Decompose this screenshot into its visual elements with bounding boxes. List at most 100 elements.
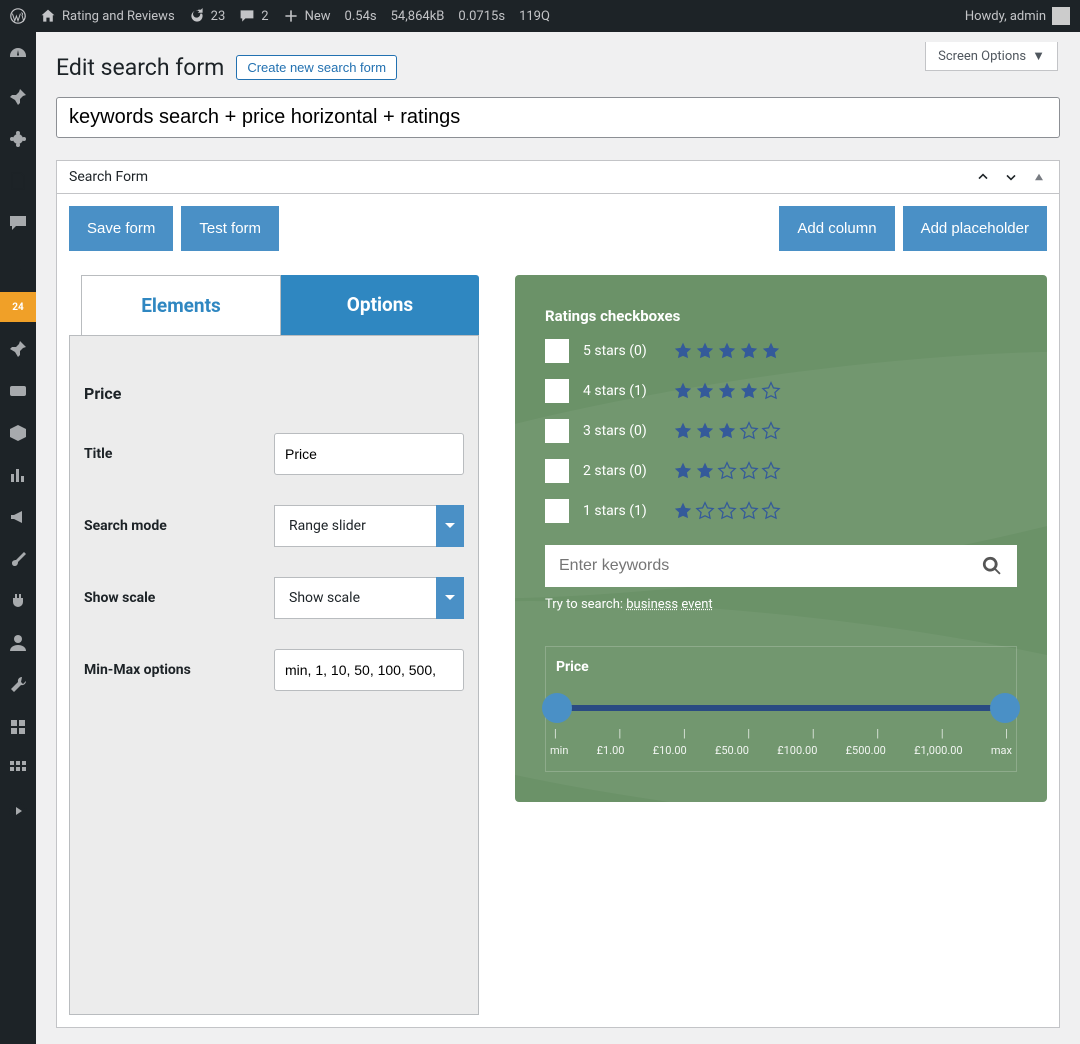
tick-label: £50.00 xyxy=(715,744,749,757)
rating-row: 2 stars (0) xyxy=(545,459,1017,483)
keywords-input[interactable] xyxy=(559,557,981,575)
menu-code[interactable] xyxy=(0,250,36,280)
tick-label: min xyxy=(550,744,568,757)
star-icon xyxy=(761,461,781,481)
search-form-metabox: Search Form Save form Test form Add colu… xyxy=(56,160,1060,1028)
menu-dashboard[interactable] xyxy=(0,40,36,70)
menu-media[interactable] xyxy=(0,124,36,154)
test-button[interactable]: Test form xyxy=(181,206,279,251)
try-term-event[interactable]: event xyxy=(681,597,712,612)
admin-bar: Rating and Reviews 23 2 New 0.54s 54,864… xyxy=(0,0,1080,32)
create-new-button[interactable]: Create new search form xyxy=(236,55,397,80)
menu-marketing[interactable] xyxy=(0,502,36,532)
label-show-scale: Show scale xyxy=(84,590,274,606)
star-icon xyxy=(739,501,759,521)
keywords-search[interactable] xyxy=(545,545,1017,587)
add-column-button[interactable]: Add column xyxy=(779,206,894,251)
star-icon xyxy=(673,421,693,441)
caret-icon xyxy=(436,577,464,619)
star-icon xyxy=(761,421,781,441)
tick-label: £10.00 xyxy=(653,744,687,757)
menu-plugins[interactable] xyxy=(0,586,36,616)
rating-checkbox[interactable] xyxy=(545,459,569,483)
badge-24: 24 xyxy=(9,301,26,314)
stat-3: 119Q xyxy=(519,9,550,24)
form-preview: Ratings checkboxes 5 stars (0)4 stars (1… xyxy=(515,275,1047,802)
triangle-up-icon[interactable] xyxy=(1031,169,1047,185)
menu-settings[interactable] xyxy=(0,712,36,742)
chevron-down-icon[interactable] xyxy=(1003,169,1019,185)
stars xyxy=(673,421,781,441)
menu-tools[interactable] xyxy=(0,670,36,700)
menu-play[interactable] xyxy=(0,796,36,826)
new-link[interactable]: New xyxy=(283,8,331,24)
stars xyxy=(673,341,781,361)
chevron-up-icon[interactable] xyxy=(975,169,991,185)
tab-options[interactable]: Options xyxy=(281,275,479,335)
search-icon[interactable] xyxy=(981,555,1003,577)
menu-analytics[interactable] xyxy=(0,460,36,490)
tick-label: £1.00 xyxy=(597,744,625,757)
star-icon xyxy=(673,501,693,521)
menu-pin-1[interactable] xyxy=(0,82,36,112)
howdy-link[interactable]: Howdy, admin xyxy=(965,7,1070,25)
tick-label: £1,000.00 xyxy=(914,744,963,757)
menu-products[interactable] xyxy=(0,418,36,448)
star-icon xyxy=(695,341,715,361)
show-scale-select[interactable]: Show scale xyxy=(274,577,464,619)
stars xyxy=(673,461,781,481)
star-icon xyxy=(695,461,715,481)
menu-comments[interactable] xyxy=(0,208,36,238)
options-panel: Price Title Search mode Range slider xyxy=(69,335,479,1015)
metabox-title: Search Form xyxy=(69,169,148,185)
slider-handle-min[interactable] xyxy=(542,693,572,723)
star-icon xyxy=(761,381,781,401)
rating-checkbox[interactable] xyxy=(545,379,569,403)
tick-label: max xyxy=(991,744,1012,757)
menu-appearance[interactable] xyxy=(0,544,36,574)
stat-0: 0.54s xyxy=(345,9,377,24)
rating-label: 3 stars (0) xyxy=(583,423,659,439)
star-icon xyxy=(717,461,737,481)
menu-pin-2[interactable] xyxy=(0,334,36,364)
slider-track[interactable] xyxy=(554,705,1008,711)
section-price-heading: Price xyxy=(84,384,464,403)
comments-link[interactable]: 2 xyxy=(239,8,268,24)
minmax-input[interactable] xyxy=(274,649,464,691)
add-placeholder-button[interactable]: Add placeholder xyxy=(903,206,1047,251)
stat-1: 54,864kB xyxy=(391,9,445,24)
site-link[interactable]: Rating and Reviews xyxy=(40,8,175,24)
slider-handle-max[interactable] xyxy=(990,693,1020,723)
rating-label: 4 stars (1) xyxy=(583,383,659,399)
menu-users[interactable] xyxy=(0,628,36,658)
star-icon xyxy=(673,341,693,361)
save-button[interactable]: Save form xyxy=(69,206,173,251)
tab-elements[interactable]: Elements xyxy=(81,275,281,335)
rating-label: 5 stars (0) xyxy=(583,343,659,359)
menu-pages[interactable] xyxy=(0,166,36,196)
rating-row: 3 stars (0) xyxy=(545,419,1017,443)
tick: | xyxy=(876,727,879,740)
rating-checkbox[interactable] xyxy=(545,339,569,363)
star-icon xyxy=(739,341,759,361)
form-name-input[interactable] xyxy=(56,97,1060,138)
star-icon xyxy=(717,381,737,401)
menu-current[interactable]: 24 xyxy=(0,292,36,322)
try-term-business[interactable]: business xyxy=(626,597,678,612)
rating-label: 1 stars (1) xyxy=(583,503,659,519)
title-input[interactable] xyxy=(274,433,464,475)
updates-link[interactable]: 23 xyxy=(189,8,226,24)
menu-grid[interactable] xyxy=(0,754,36,784)
label-title: Title xyxy=(84,446,274,462)
star-icon xyxy=(695,501,715,521)
tick: | xyxy=(1005,727,1008,740)
rating-checkbox[interactable] xyxy=(545,499,569,523)
star-icon xyxy=(673,381,693,401)
search-mode-select[interactable]: Range slider xyxy=(274,505,464,547)
screen-options-button[interactable]: Screen Options ▼ xyxy=(925,42,1058,71)
menu-woo[interactable] xyxy=(0,376,36,406)
wp-logo[interactable] xyxy=(10,8,26,24)
stars xyxy=(673,501,781,521)
rating-checkbox[interactable] xyxy=(545,419,569,443)
label-minmax: Min-Max options xyxy=(84,662,274,678)
